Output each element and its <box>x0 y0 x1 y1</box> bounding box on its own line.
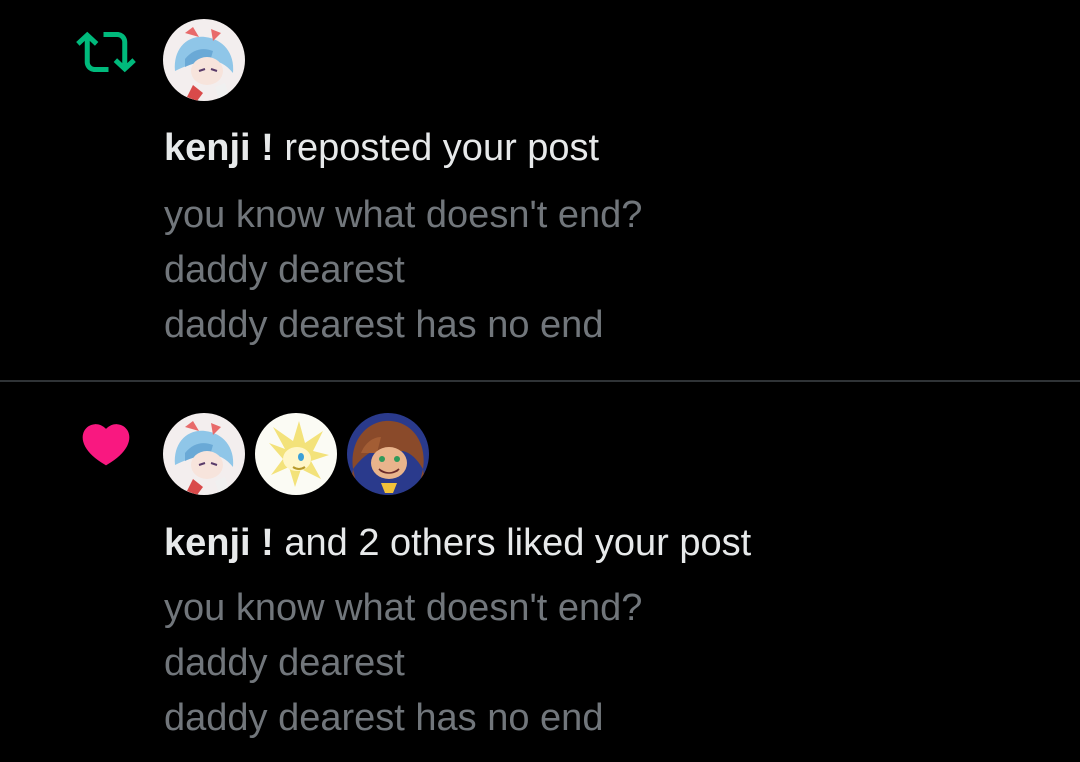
avatar-group <box>163 413 429 495</box>
repost-icon <box>76 31 136 73</box>
post-line: daddy dearest has no end <box>164 697 604 739</box>
user-name-link[interactable]: kenji ! <box>164 127 274 169</box>
avatar-group <box>163 19 245 101</box>
action-text: reposted your post <box>273 127 600 169</box>
post-line: daddy dearest has no end <box>164 304 604 346</box>
notification-like[interactable]: kenji ! and 2 others liked your post you… <box>0 382 1080 762</box>
post-line: daddy dearest <box>164 642 405 684</box>
action-text: and 2 others liked your post <box>273 522 752 564</box>
avatar-brown-haired-character[interactable] <box>347 413 429 495</box>
post-line: you know what doesn't end? <box>164 587 643 629</box>
avatar-blue-haired-character[interactable] <box>163 413 245 495</box>
user-name-link[interactable]: kenji ! <box>164 522 274 564</box>
post-snippet[interactable]: you know what doesn't end? daddy dearest… <box>164 581 642 746</box>
post-line: daddy dearest <box>164 249 405 291</box>
avatar-golden-hedgehog[interactable] <box>255 413 337 495</box>
avatar-blue-haired-character[interactable] <box>163 19 245 101</box>
notification-headline: kenji ! and 2 others liked your post <box>164 520 751 566</box>
heart-icon <box>82 424 130 466</box>
post-snippet[interactable]: you know what doesn't end? daddy dearest… <box>164 188 642 353</box>
post-line: you know what doesn't end? <box>164 194 643 236</box>
notification-repost[interactable]: kenji ! reposted your post you know what… <box>0 0 1080 380</box>
notification-headline: kenji ! reposted your post <box>164 125 599 171</box>
